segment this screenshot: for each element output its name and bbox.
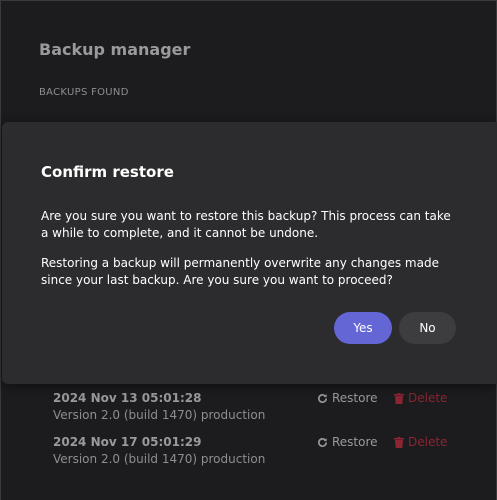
backup-version: Version 2.0 (build 1470) production [53, 452, 266, 466]
page-title: Backup manager [39, 40, 191, 59]
restore-icon [317, 437, 328, 448]
backup-row: 2024 Nov 13 05:01:28 Version 2.0 (build … [53, 391, 453, 431]
restore-button[interactable]: Restore [317, 435, 378, 449]
backups-found-label: BACKUPS FOUND [39, 87, 129, 98]
delete-button[interactable]: Delete [394, 435, 447, 449]
yes-button[interactable]: Yes [334, 312, 392, 344]
restore-label: Restore [332, 435, 378, 449]
backup-date: 2024 Nov 17 05:01:29 [53, 435, 202, 449]
delete-button[interactable]: Delete [394, 391, 447, 405]
backup-row: 2024 Nov 17 05:01:29 Version 2.0 (build … [53, 435, 453, 475]
backup-manager-window: Backup manager BACKUPS FOUND 2024 Nov 13… [0, 0, 497, 500]
dialog-title: Confirm restore [41, 163, 174, 181]
no-button[interactable]: No [399, 312, 456, 344]
backup-date: 2024 Nov 13 05:01:28 [53, 391, 202, 405]
dialog-warning: Restoring a backup will permanently over… [41, 256, 439, 287]
confirm-restore-dialog: Confirm restore Are you sure you want to… [2, 122, 497, 384]
delete-label: Delete [408, 435, 448, 449]
restore-label: Restore [332, 391, 378, 405]
restore-button[interactable]: Restore [317, 391, 378, 405]
dialog-message: Are you sure you want to restore this ba… [41, 209, 451, 240]
delete-label: Delete [408, 391, 448, 405]
restore-icon [317, 393, 328, 404]
trash-icon [394, 392, 404, 404]
backup-version: Version 2.0 (build 1470) production [53, 408, 266, 422]
trash-icon [394, 436, 404, 448]
